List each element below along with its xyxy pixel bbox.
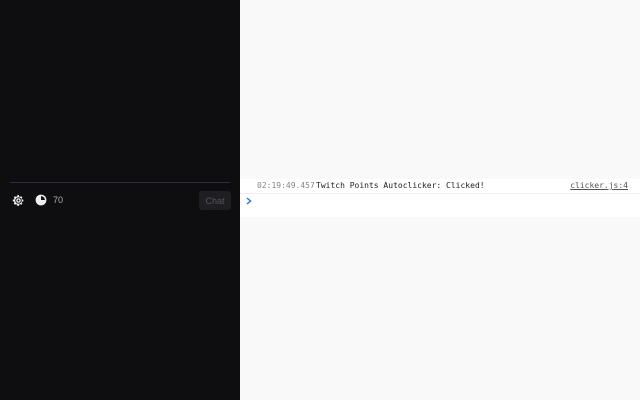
devtools-console: 02:19:49.457 Twitch Points Autoclicker: …	[240, 0, 640, 400]
chat-settings-button[interactable]	[9, 191, 27, 209]
log-message: Twitch Points Autoclicker: Clicked!	[316, 181, 485, 190]
gear-icon	[12, 194, 24, 206]
console-prompt	[240, 194, 640, 208]
log-source-link[interactable]: clicker.js:4	[570, 179, 628, 193]
channel-points-value: 70	[53, 195, 64, 205]
console-log-row: 02:19:49.457 Twitch Points Autoclicker: …	[240, 179, 640, 194]
channel-points-icon	[35, 194, 47, 206]
log-timestamp: 02:19:49.457	[257, 181, 315, 190]
console-input[interactable]	[256, 194, 634, 208]
channel-points-button[interactable]: 70	[35, 191, 63, 209]
screen: 70 Chat 02:19:49.457 Twitch Points Autoc…	[0, 0, 640, 400]
chat-divider	[10, 182, 230, 183]
console-output: 02:19:49.457 Twitch Points Autoclicker: …	[240, 179, 640, 217]
chat-send-button[interactable]: Chat	[199, 191, 231, 210]
chevron-right-icon	[246, 197, 252, 205]
twitch-chat-panel: 70 Chat	[0, 0, 240, 400]
